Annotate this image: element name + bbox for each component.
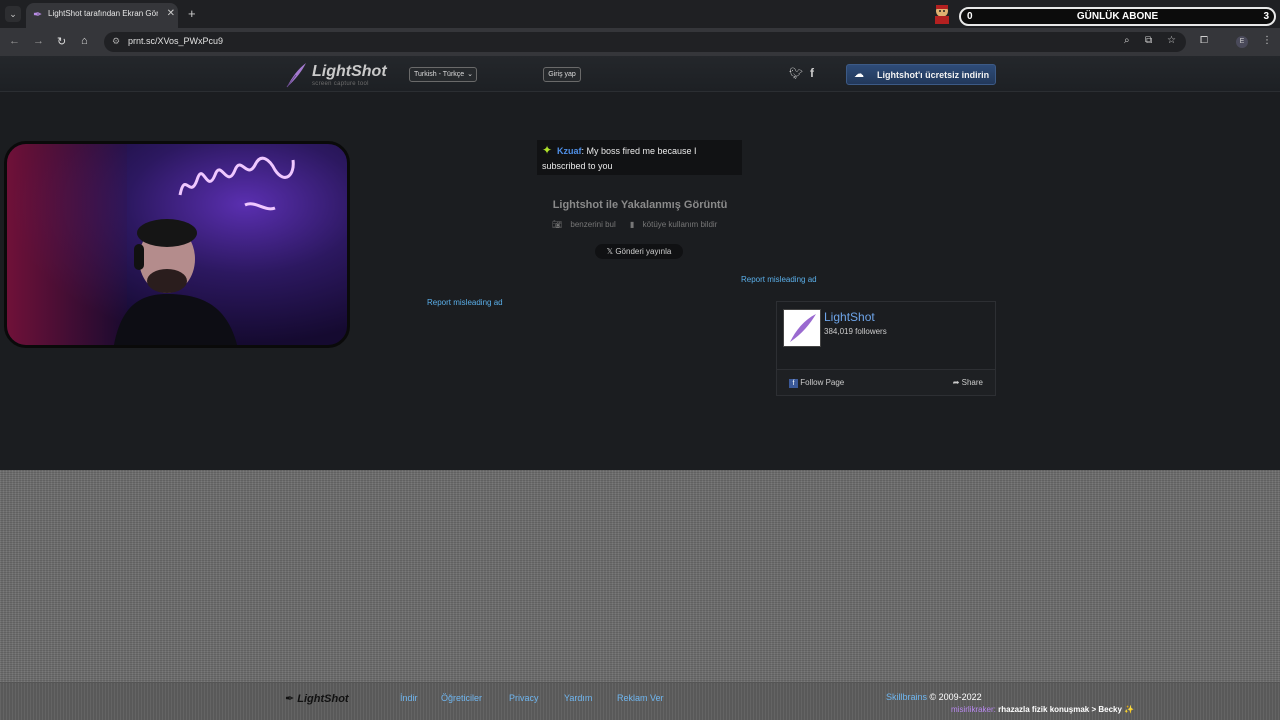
back-icon[interactable]: ← <box>9 35 20 47</box>
image-actions: 📷︎ benzerini bul ▮ kötüye kullanım bildi… <box>552 220 729 229</box>
login-button[interactable]: Giriş yap <box>543 67 581 82</box>
logo-text: LightShot <box>312 63 387 80</box>
follow-page-button[interactable]: f Follow Page <box>789 378 844 388</box>
counter-right-value: 3 <box>1263 11 1269 22</box>
chat-text: Kzuaf: My boss fired me because I subscr… <box>542 144 738 174</box>
footer-logo-text: LightShot <box>297 693 349 705</box>
footer-link-help[interactable]: Yardım <box>564 693 592 703</box>
footer-link-tutorials[interactable]: Öğreticiler <box>441 693 482 703</box>
report-misleading-ad-link[interactable]: Report misleading ad <box>741 275 817 284</box>
browser-tab[interactable]: ✒ LightShot tarafından Ekran Görüntüsü ✕ <box>26 3 178 28</box>
streamer-image <box>113 219 238 345</box>
report-misleading-ad-link[interactable]: Report misleading ad <box>427 298 503 307</box>
install-app-icon[interactable]: ⧉ <box>1145 35 1152 46</box>
find-similar-label: benzerini bul <box>570 220 616 229</box>
fb-action-bar: f Follow Page ➦ Share <box>777 369 995 395</box>
report-abuse-link[interactable]: ▮ kötüye kullanım bildir <box>630 220 723 229</box>
forward-icon[interactable]: → <box>33 35 44 47</box>
red-light-glow <box>7 144 127 345</box>
lightshot-feather-icon: ✒ <box>33 9 43 21</box>
fb-followers: 384,019 followers <box>824 327 887 336</box>
counter-title: GÜNLÜK ABONE <box>1076 11 1159 22</box>
gray-noise-background <box>0 470 1280 682</box>
x-logo-icon: 𝕏 <box>606 247 614 256</box>
language-select[interactable]: Turkish - Türkçe ⌄ <box>409 67 477 82</box>
feather-logo-icon <box>286 63 306 88</box>
new-tab-button[interactable]: + <box>188 6 196 21</box>
share-arrow-icon: ➦ <box>952 378 960 387</box>
page-avatar[interactable] <box>783 309 821 347</box>
sparkle-icon: ✨ <box>1124 705 1135 714</box>
share-on-x-button[interactable]: 𝕏 Gönderi yayınla <box>595 244 683 259</box>
extensions-icon[interactable]: ⧠ <box>1200 35 1208 46</box>
copyright: Skillbrains © 2009-2022 <box>886 692 982 702</box>
webcam-overlay <box>4 141 350 348</box>
report-abuse-label: kötüye kullanım bildir <box>642 220 718 229</box>
close-tab-icon[interactable]: ✕ <box>167 8 175 19</box>
chat-username: Kzuaf <box>557 146 582 156</box>
footer-logo[interactable]: ✒ LightShot <box>285 692 349 705</box>
fb-share-button[interactable]: ➦ Share <box>953 378 983 387</box>
skillbrains-link[interactable]: Skillbrains <box>886 692 927 702</box>
copyright-text: © 2009-2022 <box>927 692 982 702</box>
share-x-label: Gönderi yayınla <box>615 247 672 256</box>
footer-link-privacy[interactable]: Privacy <box>509 693 539 703</box>
tab-title: LightShot tarafından Ekran Görüntüsü <box>48 9 158 18</box>
site-header <box>0 56 1280 92</box>
facebook-icon: f <box>789 379 798 388</box>
streamer-mascot-icon <box>935 5 949 24</box>
download-cloud-icon: ☁ <box>854 69 864 80</box>
url-text: prnt.sc/XVos_PWxPcu9 <box>128 36 224 46</box>
ticker-text: rhazazla fizik konuşmak > Becky <box>995 705 1122 714</box>
ticker-user: misirlikraker: <box>951 705 996 714</box>
home-icon[interactable]: ⌂ <box>81 35 88 47</box>
tab-search-button[interactable]: ⌄ <box>5 6 21 22</box>
page-title: Lightshot ile Yakalanmış Görüntü <box>552 199 728 211</box>
camera-icon: 📷︎ <box>552 220 563 229</box>
twitter-icon[interactable]: 🐦︎ <box>789 67 803 80</box>
fb-share-label: Share <box>961 378 983 387</box>
flag-icon: ▮ <box>630 220 635 229</box>
address-bar[interactable]: ⚙ prnt.sc/XVos_PWxPcu9 <box>104 32 1186 52</box>
zoom-icon[interactable]: ⌕ <box>1124 35 1130 46</box>
find-similar-link[interactable]: 📷︎ benzerini bul <box>552 220 622 229</box>
footer-link-advertise[interactable]: Reklam Ver <box>617 693 664 703</box>
facebook-icon[interactable]: f <box>810 66 814 80</box>
site-info-icon[interactable]: ⚙ <box>112 36 120 47</box>
language-value: Turkish - Türkçe <box>414 71 465 78</box>
chevron-down-icon: ⌄ <box>467 71 473 78</box>
menu-kebab-icon[interactable]: ⋮ <box>1262 35 1272 46</box>
fb-page-name[interactable]: LightShot <box>824 310 875 324</box>
reload-icon[interactable]: ↻ <box>57 35 66 48</box>
now-playing-ticker: misirlikraker: rhazazla fizik konuşmak >… <box>951 705 1134 714</box>
daily-subscriber-counter: 0 GÜNLÜK ABONE 3 <box>959 7 1276 26</box>
profile-avatar[interactable]: E <box>1236 36 1248 48</box>
logo-tagline: screen capture tool <box>312 81 369 87</box>
bookmark-star-icon[interactable]: ☆ <box>1167 35 1176 46</box>
download-label: Lightshot'ı ücretsiz indirin <box>877 70 990 80</box>
footer-link-indir[interactable]: İndir <box>400 693 418 703</box>
chat-message: ✦ Kzuaf: My boss fired me because I subs… <box>537 140 742 175</box>
download-button[interactable]: ☁ Lightshot'ı ücretsiz indirin <box>846 64 996 85</box>
feather-logo-icon <box>790 314 816 342</box>
facebook-page-widget: LightShot 384,019 followers f Follow Pag… <box>776 301 996 396</box>
lightshot-logo[interactable]: LightShot screen capture tool <box>284 61 387 91</box>
follow-page-label: Follow Page <box>800 378 845 387</box>
